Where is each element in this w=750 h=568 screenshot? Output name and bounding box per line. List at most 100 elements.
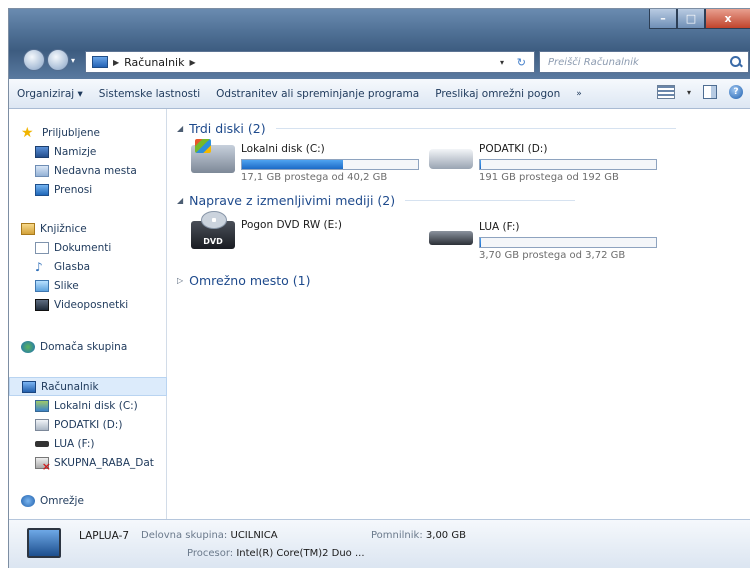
sidebar-item-music[interactable]: ♪ Glasba: [9, 257, 167, 276]
sidebar-item-label: LUA (F:): [54, 437, 95, 450]
back-button[interactable]: [23, 49, 45, 71]
sidebar-item-desktop[interactable]: Namizje: [9, 142, 167, 161]
help-icon[interactable]: ?: [729, 85, 743, 99]
desktop-icon: [35, 145, 49, 158]
dvd-drive-icon: DVD: [191, 211, 235, 249]
workgroup-info: Delovna skupina: UCILNICA: [141, 530, 278, 541]
memory-value: 3,00 GB: [425, 530, 466, 541]
documents-icon: [35, 241, 49, 254]
breadcrumb-chevron-icon[interactable]: ▶: [113, 58, 119, 67]
group-header-network-location[interactable]: ▷ Omrežno mesto (1): [177, 273, 310, 288]
sidebar-item-label: Knjižnice: [40, 222, 87, 235]
hard-drive-icon: [429, 149, 473, 169]
search-input[interactable]: Preišči Računalnik: [539, 51, 749, 73]
favorites-group: ★ Priljubljene Namizje Nedavna mesta Pre…: [9, 123, 167, 199]
drive-tile-e[interactable]: DVD Pogon DVD RW (E:): [191, 211, 342, 249]
computer-group: Računalnik Lokalni disk (C:) PODATKI (D:…: [9, 377, 167, 473]
maximize-button[interactable]: □: [677, 9, 705, 29]
group-title: Naprave z izmenljivimi mediji (2): [189, 193, 396, 208]
sidebar-item-label: Prenosi: [54, 183, 93, 196]
refresh-icon[interactable]: ↻: [517, 56, 526, 69]
usb-drive-icon: [429, 231, 473, 245]
sidebar-item-label: Dokumenti: [54, 241, 112, 254]
drive-free-space: 191 GB prostega od 192 GB: [479, 172, 619, 183]
view-dropdown-icon[interactable]: ▾: [687, 88, 691, 97]
drive-tile-d[interactable]: PODATKI (D:) 191 GB prostega od 192 GB: [429, 143, 657, 183]
address-bar[interactable]: ▶ Računalnik ▶ ▾ ↻: [85, 51, 535, 73]
window-controls: – □ x: [649, 9, 750, 29]
drive-info: Lokalni disk (C:) 17,1 GB prostega od 40…: [241, 143, 419, 183]
disconnected-network-drive-icon: [35, 456, 51, 473]
disk-usage-bar: [479, 237, 657, 248]
change-view-icon[interactable]: [656, 85, 675, 99]
star-icon: ★: [21, 124, 34, 141]
sidebar-item-homegroup[interactable]: Domača skupina: [9, 337, 167, 356]
forward-button[interactable]: [47, 49, 69, 71]
drive-name: Lokalni disk (C:): [241, 143, 325, 155]
system-properties-button[interactable]: Sistemske lastnosti: [91, 88, 208, 100]
sidebar-item-favorites[interactable]: ★ Priljubljene: [9, 123, 167, 142]
computer-name: LAPLUA-7: [79, 530, 130, 542]
organize-menu[interactable]: Organiziraj ▾: [9, 88, 91, 100]
address-dropdown-icon[interactable]: ▾: [500, 58, 504, 67]
windows-disk-icon: [191, 139, 235, 173]
libraries-group: Knjižnice Dokumenti ♪ Glasba Slike Video…: [9, 219, 167, 314]
drive-free-space: 3,70 GB prostega od 3,72 GB: [479, 250, 626, 261]
disk-usage-fill: [480, 160, 481, 169]
more-commands-button[interactable]: »: [568, 89, 590, 99]
sidebar-item-libraries[interactable]: Knjižnice: [9, 219, 167, 238]
drive-info: PODATKI (D:) 191 GB prostega od 192 GB: [479, 143, 657, 183]
downloads-icon: [35, 183, 49, 196]
videos-icon: [35, 298, 49, 311]
disk-usage-fill: [242, 160, 344, 169]
group-header-hard-disks[interactable]: ◢ Trdi diski (2): [177, 121, 676, 136]
hard-drive-icon: [35, 418, 49, 431]
homegroup-group: Domača skupina: [9, 337, 167, 356]
view-controls: ▾ ?: [656, 85, 743, 99]
sidebar-item-documents[interactable]: Dokumenti: [9, 238, 167, 257]
pictures-icon: [35, 279, 49, 292]
local-disk-icon: [35, 399, 49, 412]
sidebar-item-lua-f[interactable]: LUA (F:): [9, 434, 167, 453]
disk-usage-bar: [479, 159, 657, 170]
sidebar-item-videos[interactable]: Videoposnetki: [9, 295, 167, 314]
workgroup-value: UCILNICA: [230, 530, 278, 541]
sidebar-item-recent-places[interactable]: Nedavna mesta: [9, 161, 167, 180]
sidebar-item-label: Nedavna mesta: [54, 164, 137, 177]
sidebar-item-network[interactable]: Omrežje: [9, 491, 167, 510]
sidebar-item-skupna-raba[interactable]: SKUPNA_RABA_Dat: [9, 453, 167, 473]
breadcrumb-chevron-icon[interactable]: ▶: [189, 58, 195, 67]
homegroup-icon: [21, 340, 35, 353]
sidebar-item-local-disk-c[interactable]: Lokalni disk (C:): [9, 396, 167, 415]
expand-arrow-icon[interactable]: ▷: [177, 276, 183, 285]
collapse-arrow-icon[interactable]: ◢: [177, 124, 183, 133]
usb-drive-icon: [35, 440, 49, 447]
sidebar-item-computer[interactable]: Računalnik: [9, 377, 167, 396]
collapse-arrow-icon[interactable]: ◢: [177, 196, 183, 205]
drive-free-space: 17,1 GB prostega od 40,2 GB: [241, 172, 388, 183]
map-network-drive-button[interactable]: Preslikaj omrežni pogon: [427, 88, 568, 100]
group-divider: [275, 128, 676, 129]
group-header-removable[interactable]: ◢ Naprave z izmenljivimi mediji (2): [177, 193, 576, 208]
sidebar-item-pictures[interactable]: Slike: [9, 276, 167, 295]
history-dropdown-icon[interactable]: ▾: [71, 56, 75, 65]
close-button[interactable]: x: [705, 9, 750, 29]
breadcrumb-computer[interactable]: Računalnik: [124, 56, 184, 69]
recent-places-icon: [35, 164, 49, 177]
minimize-button[interactable]: –: [649, 9, 677, 29]
preview-pane-icon[interactable]: [703, 85, 717, 99]
drive-tile-f[interactable]: LUA (F:) 3,70 GB prostega od 3,72 GB: [429, 221, 657, 261]
uninstall-program-button[interactable]: Odstranitev ali spreminjanje programa: [208, 88, 427, 100]
drive-tile-c[interactable]: Lokalni disk (C:) 17,1 GB prostega od 40…: [191, 139, 419, 183]
search-icon[interactable]: [730, 56, 742, 68]
memory-label: Pomnilnik:: [371, 530, 423, 541]
computer-monitor-icon: [27, 528, 61, 558]
drive-info: LUA (F:) 3,70 GB prostega od 3,72 GB: [479, 221, 657, 261]
processor-value: Intel(R) Core(TM)2 Duo ...: [236, 548, 365, 559]
computer-icon: [22, 380, 36, 393]
title-bar: – □ x ▾ ▶ Računalnik ▶ ▾ ↻ Preišči Račun…: [9, 9, 750, 79]
sidebar-item-podatki-d[interactable]: PODATKI (D:): [9, 415, 167, 434]
sidebar-item-downloads[interactable]: Prenosi: [9, 180, 167, 199]
sidebar-item-label: Videoposnetki: [54, 298, 129, 311]
dvd-badge: DVD: [203, 237, 223, 246]
